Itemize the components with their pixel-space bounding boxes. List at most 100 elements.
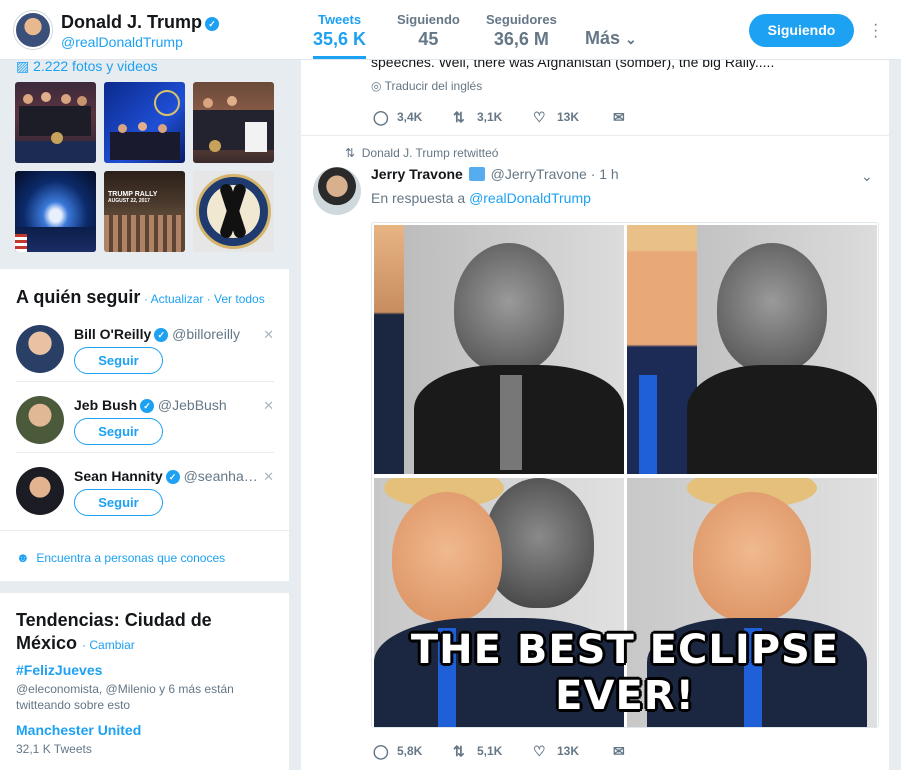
photo-thumb[interactable] <box>15 171 96 252</box>
trend-item[interactable]: #FelizJueves @eleconomista, @Milenio y 6… <box>16 662 276 713</box>
envelope-icon: ✉ <box>613 743 625 759</box>
message-action[interactable]: ✉ <box>613 109 637 126</box>
tweet-timestamp[interactable]: · 1 h <box>591 166 619 182</box>
view-all-link[interactable]: Ver todos <box>214 292 265 306</box>
reply-icon: ◯ <box>373 743 389 759</box>
trends-heading: Tendencias: Ciudad de México · Cambiar <box>16 609 236 657</box>
heart-icon: ♡ <box>533 109 546 125</box>
chevron-down-icon[interactable]: ⌄ <box>861 168 873 185</box>
photo-thumb[interactable] <box>193 171 274 252</box>
user-name-row: Bill O'Reilly ✓ @billoreilly <box>74 326 240 342</box>
follow-button[interactable]: Seguir <box>74 418 163 445</box>
photo-thumb[interactable] <box>193 82 274 163</box>
change-location-label: Cambiar <box>89 638 135 652</box>
follow-button[interactable]: Seguir <box>74 489 163 516</box>
suggested-user: Bill O'Reilly ✓ @billoreilly ✕ Seguir <box>16 325 274 395</box>
retweet-icon: ⇅ <box>453 743 465 759</box>
envelope-icon: ✉ <box>613 109 625 125</box>
people-icon: ☻ <box>16 550 30 565</box>
translate-label: Traducir del inglés <box>384 79 483 93</box>
translate-link[interactable]: ◎ Traducir del inglés <box>371 79 482 93</box>
user-handle[interactable]: @seanha… <box>184 468 258 484</box>
reply-prefix: En respuesta a <box>371 190 466 206</box>
retweet-icon: ⇅ <box>453 109 465 125</box>
badge-icon <box>468 167 485 181</box>
like-action[interactable]: ♡ 13K <box>533 109 579 126</box>
retweet-context-text[interactable]: Donald J. Trump retwitteó <box>362 146 499 160</box>
user-name[interactable]: Sean Hannity <box>74 468 163 484</box>
more-menu[interactable]: Más ⌄ <box>585 28 637 49</box>
like-count: 13K <box>557 110 580 124</box>
retweet-count: 5,1K <box>477 744 503 758</box>
kebab-menu-icon[interactable]: · · · <box>873 17 879 45</box>
find-people-label: Encuentra a personas que conoces <box>36 551 226 565</box>
user-name-row: Sean Hannity ✓ @seanha… <box>74 468 258 484</box>
trends-module: Tendencias: Ciudad de México · Cambiar #… <box>0 593 289 770</box>
divider <box>16 452 274 453</box>
following-button[interactable]: Siguiendo <box>749 14 854 47</box>
dismiss-icon[interactable]: ✕ <box>263 327 274 343</box>
user-name[interactable]: Bill O'Reilly <box>74 326 151 342</box>
message-action[interactable]: ✉ <box>613 743 637 760</box>
dismiss-icon[interactable]: ✕ <box>263 398 274 414</box>
reply-icon: ◯ <box>373 109 389 125</box>
photo-thumb[interactable] <box>104 82 185 163</box>
trend-meta: @eleconomista, @Milenio y 6 más están tw… <box>16 682 234 712</box>
reply-action[interactable]: ◯ 5,8K <box>373 743 422 760</box>
user-handle[interactable]: @JebBush <box>158 397 227 413</box>
avatar[interactable] <box>16 325 64 373</box>
find-people-link[interactable]: ☻ Encuentra a personas que conoces <box>16 550 225 565</box>
verified-icon: ✓ <box>140 399 155 413</box>
tab-tweets[interactable]: Tweets 35,6 K <box>313 12 367 59</box>
divider <box>0 530 289 531</box>
tweet-image[interactable]: THE BEST ECLIPSE EVER! <box>371 222 879 728</box>
photos-videos-link[interactable]: ▨ 2.222 fotos y videos <box>16 58 158 75</box>
reply-count: 5,8K <box>397 744 423 758</box>
photo-thumb[interactable] <box>15 82 96 163</box>
user-handle[interactable]: @billoreilly <box>172 326 240 342</box>
reply-handle[interactable]: @realDonaldTrump <box>469 190 591 206</box>
retweet-action[interactable]: ⇅ 5,1K <box>453 743 502 760</box>
image-icon: ▨ <box>16 58 30 74</box>
globe-icon: ◎ <box>371 79 382 93</box>
tab-followers[interactable]: Seguidores 36,6 M <box>486 12 557 50</box>
change-location-link[interactable]: · Cambiar <box>82 638 135 652</box>
avatar[interactable] <box>313 167 361 215</box>
tab-followers-count: 36,6 M <box>493 29 549 49</box>
user-name-row: Jeb Bush ✓ @JebBush <box>74 397 227 413</box>
avatar[interactable] <box>16 467 64 515</box>
user-name[interactable]: Jeb Bush <box>74 397 137 413</box>
trend-item[interactable]: Manchester United 32,1 K Tweets <box>16 722 276 757</box>
avatar[interactable] <box>16 396 64 444</box>
profile-name[interactable]: Donald J. Trump ✓ <box>61 12 220 33</box>
verified-icon: ✓ <box>205 17 220 31</box>
tab-tweets-count: 35,6 K <box>313 29 367 49</box>
divider <box>301 135 889 136</box>
tab-following[interactable]: Siguiendo 45 <box>397 12 460 50</box>
retweet-action[interactable]: ⇅ 3,1K <box>453 109 502 126</box>
profile-nav: Donald J. Trump ✓ @realDonaldTrump Tweets… <box>0 0 901 60</box>
author-name[interactable]: Jerry Travone <box>371 166 463 182</box>
retweet-icon: ⇅ <box>345 146 356 160</box>
reply-action[interactable]: ◯ 3,4K <box>373 109 422 126</box>
trend-meta: 32,1 K Tweets <box>16 742 92 756</box>
image-panel <box>627 225 877 474</box>
photos-module: ▨ 2.222 fotos y videos TRUMP RALLY AUGUS… <box>0 58 289 260</box>
like-count: 13K <box>557 744 580 758</box>
dismiss-icon[interactable]: ✕ <box>263 469 274 485</box>
more-label: Más <box>585 28 621 48</box>
follow-button[interactable]: Seguir <box>74 347 163 374</box>
who-to-follow-actions: · Actualizar · Ver todos <box>144 292 265 306</box>
profile-name-text: Donald J. Trump <box>61 12 203 32</box>
photo-thumb[interactable]: TRUMP RALLY AUGUST 22, 2017 <box>104 171 185 252</box>
author-handle[interactable]: @JerryTravone <box>491 166 587 182</box>
like-action[interactable]: ♡ 13K <box>533 743 579 760</box>
tab-following-label: Siguiendo <box>397 12 460 27</box>
profile-avatar[interactable] <box>14 11 52 49</box>
refresh-link[interactable]: Actualizar <box>151 292 204 306</box>
suggested-user: Jeb Bush ✓ @JebBush ✕ Seguir <box>16 396 274 466</box>
who-to-follow-module: A quién seguir · Actualizar · Ver todos … <box>0 269 289 581</box>
timeline: speeches. Well, there was Afghanistan (s… <box>301 60 889 770</box>
retweet-count: 3,1K <box>477 110 503 124</box>
profile-handle[interactable]: @realDonaldTrump <box>61 34 183 50</box>
